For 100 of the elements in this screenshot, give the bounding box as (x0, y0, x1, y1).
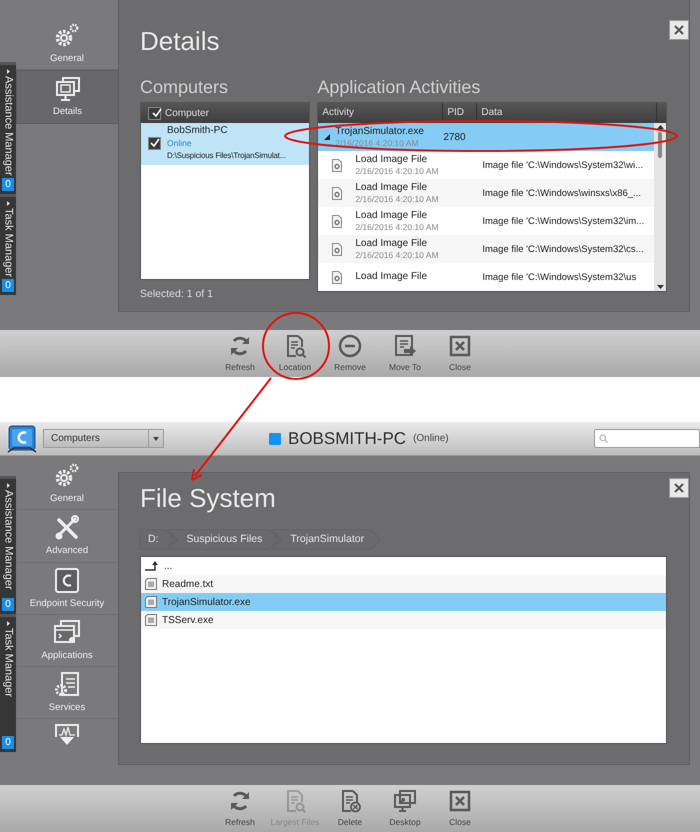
toolbar-button[interactable]: Close (434, 788, 486, 828)
row-checkbox[interactable] (148, 136, 161, 150)
file-name: Readme.txt (162, 578, 214, 592)
count-badge: 0 (2, 736, 14, 749)
document-arrow-icon (393, 334, 417, 358)
expand-icon (6, 483, 10, 488)
c-tile-icon (53, 566, 81, 594)
timestamp: 2/16/2016 4:20:10 AM (355, 250, 439, 260)
section-heading: Application Activities (317, 77, 482, 97)
file-icon (145, 596, 157, 608)
activity-row[interactable]: Load Image File 2/16/2016 4:20:10 AM Image file 'C:\Windows\winsxs\x86_... (318, 179, 654, 207)
panel-title: File System (140, 483, 277, 513)
select-all-checkbox[interactable] (148, 106, 161, 120)
expand-icon (6, 69, 10, 74)
count-badge: 0 (2, 598, 14, 611)
collapse-triangle-icon (324, 134, 330, 140)
toolbar-button[interactable]: Delete (324, 788, 376, 828)
panel-title: Details (140, 26, 220, 56)
activity-name: Load Image File (355, 154, 428, 166)
close-button[interactable] (669, 20, 689, 40)
timestamp: 2/16/2016 4:20:10 AM (355, 194, 439, 204)
tools-icon (53, 514, 81, 542)
file-row[interactable]: TSServ.exe (141, 611, 666, 629)
close-icon (673, 24, 685, 36)
scrollbar[interactable] (654, 123, 666, 291)
activity-name: Load Image File (355, 238, 428, 250)
annotation-circle (262, 312, 330, 380)
file-name: TrojanSimulator.exe (162, 596, 251, 610)
close-icon (673, 482, 685, 494)
file-icon (145, 578, 157, 590)
file-name: TSServ.exe (162, 614, 214, 628)
activity-name: TrojanSimulator.exe (335, 126, 424, 138)
column-header: Computer (164, 106, 209, 120)
data-cell: Image file 'C:\Windows\System32\wi... (482, 160, 644, 171)
caret-icon (153, 436, 159, 440)
nav-item[interactable]: Endpoint Security (16, 562, 118, 615)
status-icon (269, 432, 281, 444)
document-gear-icon (332, 270, 342, 284)
search-field[interactable] (594, 429, 700, 448)
computer-name: BOBSMITH-PC (288, 428, 406, 450)
file-icon (145, 614, 157, 626)
data-cell: Image file 'C:\Windows\System32\im... (482, 216, 644, 227)
side-tab[interactable]: Task Manager (0, 626, 16, 700)
toolbar-button[interactable]: Desktop (380, 788, 430, 828)
document-gear-icon (332, 242, 342, 256)
activity-name: Load Image File (355, 271, 428, 283)
data-cell: Image file 'C:\Windows\winsxs\x86_... (482, 188, 641, 199)
toolbar-button[interactable]: Refresh (214, 788, 266, 828)
expand-icon (6, 621, 10, 626)
desktop-icon (393, 788, 417, 813)
close-icon (448, 334, 472, 358)
data-cell: Image file 'C:\Windows\System32\cs... (482, 244, 644, 255)
activity-name: Load Image File (355, 210, 428, 222)
timestamp: 2/16/2016 4:20:10 AM (355, 166, 439, 176)
count-badge: 0 (2, 178, 14, 191)
status-text: Online (167, 137, 193, 150)
activity-row[interactable]: TrojanSimulator.exe 2/16/2016 4:20:10 AM 2780 (318, 123, 654, 151)
nav-item[interactable]: Details (16, 70, 118, 124)
file-row[interactable]: Readme.txt (141, 575, 666, 593)
scroll-down-icon (60, 737, 74, 746)
side-tab[interactable]: Assistance Manager (0, 74, 16, 178)
status-text: (Online) (413, 432, 449, 446)
section-heading: Computers (140, 77, 230, 97)
checkmark-icon (152, 108, 162, 118)
activity-row[interactable]: Load Image File 2/16/2016 4:20:10 AM Image file 'C:\Windows\System32\cs... (318, 235, 654, 263)
minus-circle-icon (338, 334, 362, 358)
pid-cell: 2780 (443, 132, 466, 143)
toolbar-button[interactable]: Refresh (214, 334, 266, 374)
side-tab[interactable]: Assistance Manager (0, 488, 16, 592)
file-name: ... (164, 560, 172, 574)
dropdown[interactable]: Computers (43, 429, 164, 448)
timestamp: 2/16/2016 4:20:10 AM (355, 222, 439, 232)
search-icon (599, 434, 608, 443)
checkmark-icon (150, 138, 160, 148)
toolbar-button[interactable]: Remove (324, 334, 376, 374)
side-tab[interactable]: Task Manager (0, 206, 16, 279)
computer-row[interactable]: BobSmith-PC Online D:\Suspicious Files\TrojanSimulat... (141, 123, 310, 165)
document-gear-icon (53, 671, 81, 699)
document-gear-icon (332, 214, 342, 228)
timestamp: 2/16/2016 4:20:10 AM (335, 138, 420, 148)
chart-icon (54, 723, 80, 738)
toolbar-button[interactable]: Move To (380, 334, 430, 374)
document-gear-icon (332, 186, 342, 200)
file-path: D:\Suspicious Files\TrojanSimulat... (167, 150, 286, 162)
toolbar-button[interactable]: Location (270, 334, 320, 374)
activity-name: Load Image File (355, 182, 428, 194)
close-icon (448, 788, 472, 813)
monitor-icon (54, 75, 82, 104)
nav-item[interactable]: Applications (16, 614, 118, 667)
expand-icon (6, 200, 10, 206)
data-cell: Image file 'C:\Windows\System32\us (482, 272, 636, 283)
app-logo-icon (7, 424, 37, 452)
file-row[interactable]: TrojanSimulator.exe (141, 593, 666, 611)
close-button[interactable] (669, 478, 689, 498)
scroll-up-icon (656, 125, 664, 129)
count-badge: 0 (2, 279, 14, 292)
selection-count: Selected: 1 of 1 (140, 287, 214, 302)
toolbar-button[interactable]: Close (434, 334, 486, 374)
document-gear-icon (332, 158, 342, 172)
up-arrow-icon (145, 561, 159, 571)
